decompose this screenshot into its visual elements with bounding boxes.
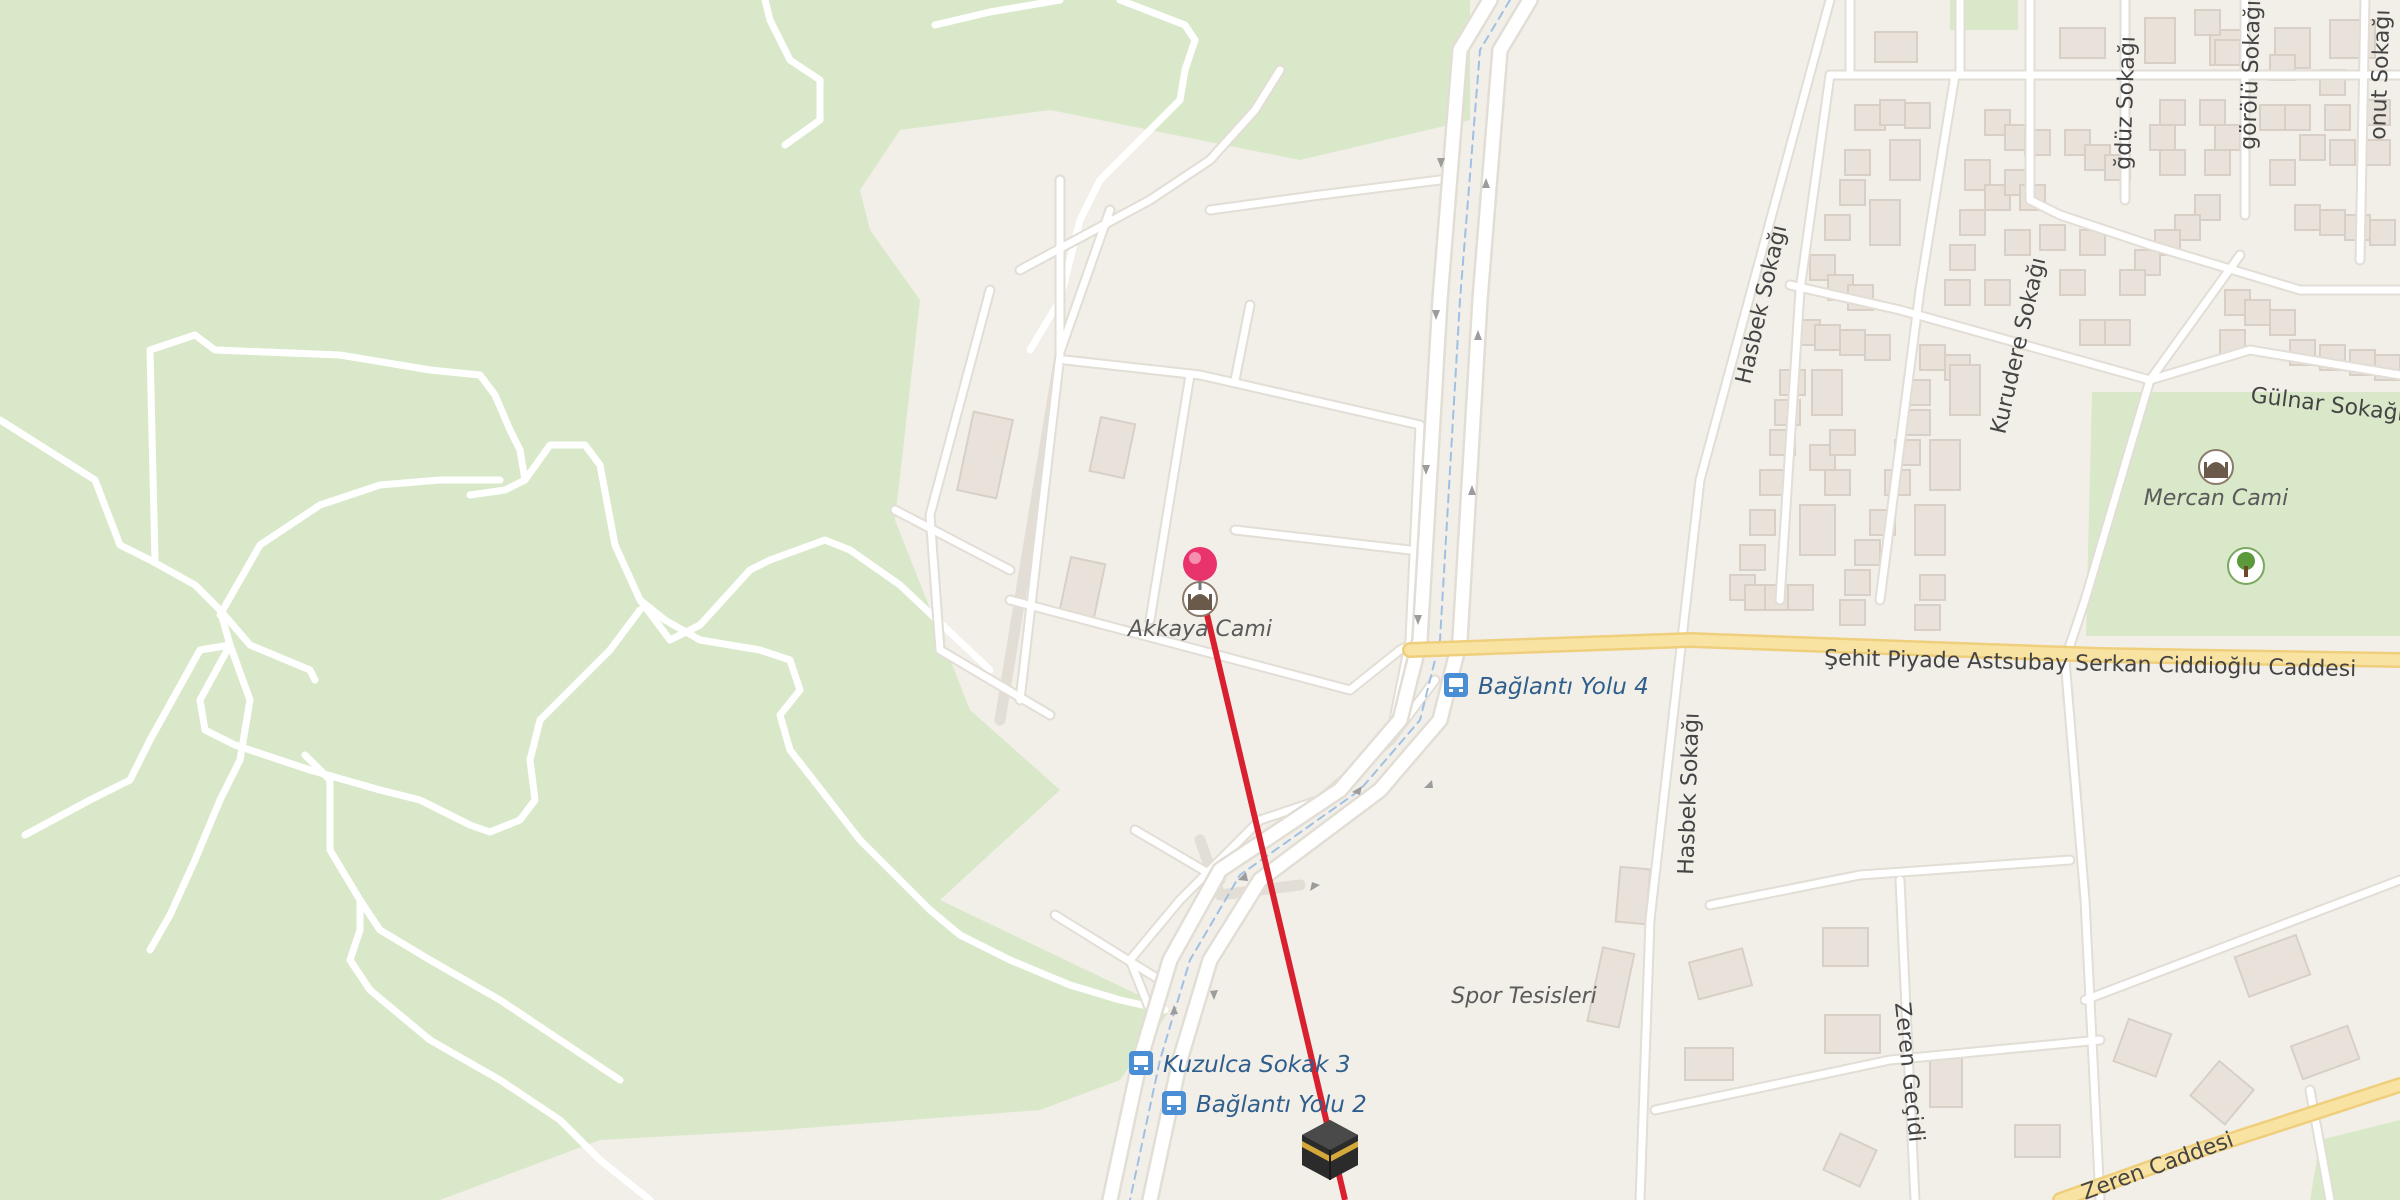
bus-stop-label: Bağlantı Yolu 2 [1196, 1092, 1367, 1118]
poi-label: Spor Tesisleri [1451, 984, 1597, 1009]
poi-label: Mercan Cami [2144, 486, 2288, 511]
tree-icon[interactable] [2227, 547, 2265, 585]
bus-icon [1162, 1091, 1186, 1115]
bus-icon [1444, 673, 1468, 697]
bus-stop-label: Bağlantı Yolu 4 [1478, 674, 1649, 700]
street-label: ğdüz Sokağı [2111, 36, 2141, 171]
map-canvas[interactable]: Şehit Piyade Astsubay Serkan Ciddioğlu C… [0, 0, 2400, 1200]
street-label: görölü Sokağı [2236, 0, 2266, 150]
street-label: onut Sokağı [2366, 9, 2396, 140]
bus-stop-label: Kuzulca Sokak 3 [1163, 1052, 1350, 1078]
poi-spor-tesisleri[interactable]: Spor Tesisleri [1451, 984, 1597, 1009]
mosque-icon [2198, 449, 2234, 485]
bus-icon [1129, 1051, 1153, 1075]
poi-label: Akkaya Cami [1126, 617, 1272, 642]
bus-stop-kuzulca-sokak-3[interactable]: Kuzulca Sokak 3 [1129, 1051, 1350, 1078]
